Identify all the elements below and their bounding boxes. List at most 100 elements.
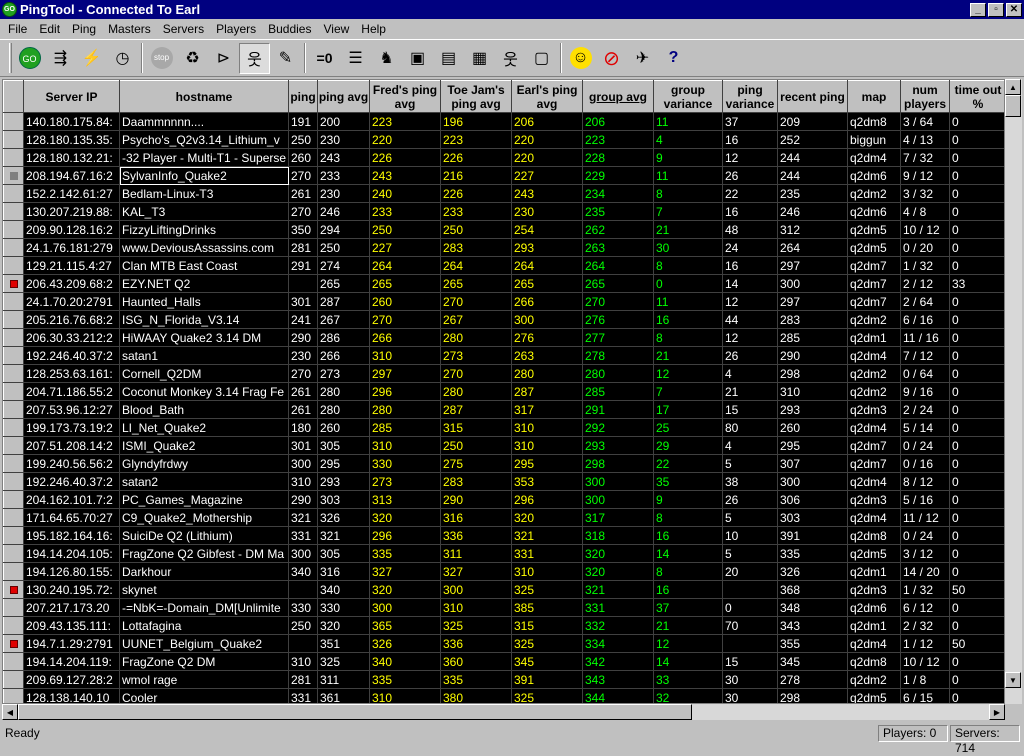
table-row[interactable]: 205.216.76.68:2 ISG_N_Florida_V3.14 241 267… <box>3 310 1004 329</box>
cell-recent-ping[interactable]: 244 <box>777 148 848 167</box>
cell-ping-avg[interactable]: 321 <box>317 526 370 545</box>
cell-group-avg[interactable]: 262 <box>582 220 654 239</box>
cell-recent-ping[interactable]: 345 <box>777 652 848 671</box>
table-row[interactable]: 129.21.115.4:27 Clan MTB East Coast 291 274… <box>3 256 1004 275</box>
cell-ping[interactable]: 310 <box>288 652 318 671</box>
cell-hostname[interactable]: FragZone Q2 DM <box>119 652 289 671</box>
cell-ping-variance[interactable]: 4 <box>722 364 778 383</box>
header-group-variance[interactable]: group variance <box>653 80 723 113</box>
cell-group-avg[interactable]: 320 <box>582 544 654 563</box>
cell-map[interactable]: q2dm1 <box>847 616 901 635</box>
cell-ping-variance[interactable]: 30 <box>722 688 778 703</box>
table-row[interactable]: 207.53.96.12:27 Blood_Bath 261 280 280 287 317… <box>3 400 1004 419</box>
menu-edit[interactable]: Edit <box>33 22 66 36</box>
cell-group-avg[interactable]: 292 <box>582 418 654 437</box>
cell-earl-s-ping-avg[interactable]: 320 <box>511 508 583 527</box>
cell-group-avg[interactable]: 280 <box>582 364 654 383</box>
cell-num-players[interactable]: 6 / 16 <box>900 310 950 329</box>
cell-time-out[interactable]: 33 <box>949 274 1004 293</box>
cell-earl-s-ping-avg[interactable]: 385 <box>511 598 583 617</box>
cell-num-players[interactable]: 10 / 12 <box>900 652 950 671</box>
cell-time-out[interactable]: 0 <box>949 418 1004 437</box>
row-selector[interactable] <box>3 544 24 563</box>
cell-ping-variance[interactable]: 14 <box>722 274 778 293</box>
cell-ping[interactable]: 261 <box>288 400 318 419</box>
cell-time-out[interactable]: 0 <box>949 472 1004 491</box>
cell-map[interactable]: q2dm5 <box>847 688 901 703</box>
cell-time-out[interactable]: 0 <box>949 652 1004 671</box>
cell-recent-ping[interactable]: 297 <box>777 256 848 275</box>
menu-servers[interactable]: Servers <box>157 22 210 36</box>
smiley-button[interactable]: ☺ <box>565 43 596 74</box>
cell-group-variance[interactable]: 8 <box>653 256 723 275</box>
cell-earl-s-ping-avg[interactable]: 353 <box>511 472 583 491</box>
cell-ping-avg[interactable]: 280 <box>317 382 370 401</box>
cell-recent-ping[interactable]: 335 <box>777 544 848 563</box>
cell-hostname[interactable]: Bedlam-Linux-T3 <box>119 184 289 203</box>
cell-ping-variance[interactable]: 26 <box>722 346 778 365</box>
cell-ping-variance[interactable]: 48 <box>722 220 778 239</box>
cell-earl-s-ping-avg[interactable]: 325 <box>511 688 583 703</box>
cell-toe-jam-s-ping-avg[interactable]: 380 <box>440 688 512 703</box>
cell-group-avg[interactable]: 300 <box>582 490 654 509</box>
cell-num-players[interactable]: 8 / 12 <box>900 472 950 491</box>
menu-buddies[interactable]: Buddies <box>262 22 317 36</box>
cell-map[interactable]: q2dm4 <box>847 508 901 527</box>
cell-fred-s-ping-avg[interactable]: 266 <box>369 328 441 347</box>
table-row[interactable]: 204.71.186.55:2 Coconut Monkey 3.14 Frag … <box>3 382 1004 401</box>
cell-ping-avg[interactable]: 246 <box>317 202 370 221</box>
cell-server-ip[interactable]: 207.51.208.14:2 <box>23 436 120 455</box>
cell-ping[interactable]: 261 <box>288 382 318 401</box>
header-earl-s-ping-avg[interactable]: Earl's ping avg <box>511 80 583 113</box>
cell-recent-ping[interactable]: 368 <box>777 580 848 599</box>
cell-group-avg[interactable]: 285 <box>582 382 654 401</box>
cell-group-variance[interactable]: 8 <box>653 328 723 347</box>
cell-group-variance[interactable]: 9 <box>653 490 723 509</box>
cell-ping-avg[interactable]: 340 <box>317 580 370 599</box>
table-row[interactable]: 208.194.67.16:2 SylvanInfo_Quake2 270 233 24… <box>3 166 1004 185</box>
cell-num-players[interactable]: 0 / 24 <box>900 526 950 545</box>
cell-recent-ping[interactable]: 306 <box>777 490 848 509</box>
cell-recent-ping[interactable]: 295 <box>777 436 848 455</box>
cell-hostname[interactable]: skynet <box>119 580 289 599</box>
row-selector[interactable] <box>3 418 24 437</box>
cell-num-players[interactable]: 1 / 8 <box>900 670 950 689</box>
cell-ping[interactable] <box>288 274 318 293</box>
cell-map[interactable]: q2dm4 <box>847 346 901 365</box>
cell-group-avg[interactable]: 334 <box>582 634 654 653</box>
cell-recent-ping[interactable]: 283 <box>777 310 848 329</box>
server-grid[interactable]: Server IP hostname ping ping avg Fred's ping… <box>2 79 1005 704</box>
scroll-left-button[interactable]: ◀ <box>2 704 18 720</box>
row-selector[interactable] <box>3 220 24 239</box>
cell-map[interactable]: q2dm6 <box>847 166 901 185</box>
cell-group-variance[interactable]: 32 <box>653 688 723 703</box>
cell-group-avg[interactable]: 300 <box>582 472 654 491</box>
scroll-right-button[interactable]: ▶ <box>989 704 1005 720</box>
cell-fred-s-ping-avg[interactable]: 264 <box>369 256 441 275</box>
header-recent-ping[interactable]: recent ping <box>777 80 848 113</box>
cell-fred-s-ping-avg[interactable]: 310 <box>369 346 441 365</box>
cell-time-out[interactable]: 0 <box>949 508 1004 527</box>
cell-ping-avg[interactable]: 305 <box>317 436 370 455</box>
cell-recent-ping[interactable]: 300 <box>777 274 848 293</box>
cell-server-ip[interactable]: 128.180.132.21: <box>23 148 120 167</box>
cell-hostname[interactable]: Cooler <box>119 688 289 703</box>
cell-fred-s-ping-avg[interactable]: 335 <box>369 544 441 563</box>
cell-ping-variance[interactable]: 10 <box>722 526 778 545</box>
cell-num-players[interactable]: 7 / 12 <box>900 346 950 365</box>
cell-group-variance[interactable]: 21 <box>653 220 723 239</box>
cell-hostname[interactable]: satan1 <box>119 346 289 365</box>
row-selector[interactable] <box>3 112 24 131</box>
cell-num-players[interactable]: 6 / 15 <box>900 688 950 703</box>
cell-hostname[interactable]: Blood_Bath <box>119 400 289 419</box>
header-toe-jam-s-ping-avg[interactable]: Toe Jam's ping avg <box>440 80 512 113</box>
cell-recent-ping[interactable]: 285 <box>777 328 848 347</box>
cell-ping-avg[interactable]: 265 <box>317 274 370 293</box>
row-selector[interactable] <box>3 184 24 203</box>
cell-num-players[interactable]: 9 / 16 <box>900 382 950 401</box>
cell-ping[interactable]: 330 <box>288 598 318 617</box>
cell-group-avg[interactable]: 223 <box>582 130 654 149</box>
cell-num-players[interactable]: 3 / 32 <box>900 184 950 203</box>
cell-ping[interactable]: 241 <box>288 310 318 329</box>
cell-fred-s-ping-avg[interactable]: 300 <box>369 598 441 617</box>
